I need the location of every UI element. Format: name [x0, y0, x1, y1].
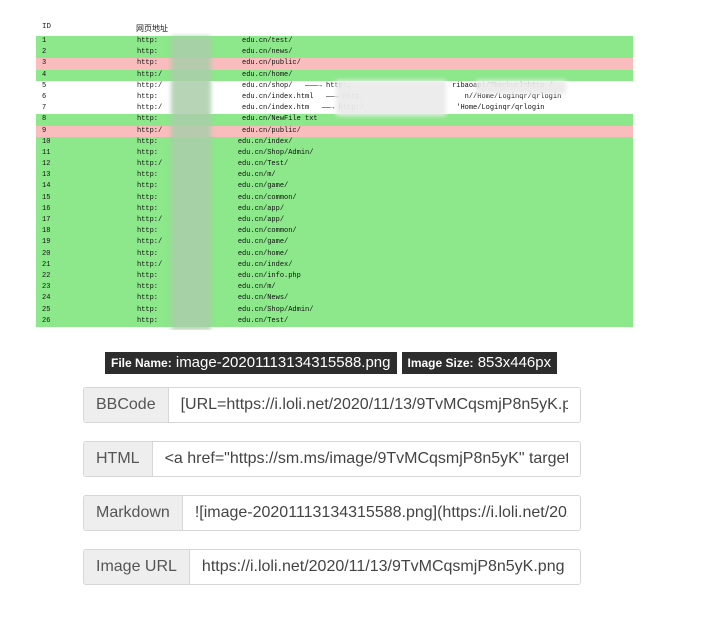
- row-id: 19: [42, 238, 51, 247]
- table-row: 8 http: edu.cn/NewFile txt: [36, 114, 633, 126]
- table-row: 18 http: edu.cn/common/: [36, 226, 633, 238]
- table-row: 1 http: edu.cn/test/: [36, 36, 633, 48]
- markdown-field[interactable]: [182, 496, 580, 530]
- redaction-blur: [171, 36, 211, 330]
- file-name-value: image-20201113134315588.png: [175, 354, 391, 371]
- table-row: 23 http: edu.cn/m/: [36, 282, 633, 294]
- table-row: 7http:/ edu.cn/index.htm ——→ http:/ 'Hom…: [36, 103, 633, 115]
- bbcode-link-group: BBCode: [83, 387, 581, 423]
- redaction-blur: [476, 80, 566, 94]
- row-id: 22: [42, 271, 51, 280]
- row-url: http: edu.cn/game/: [137, 182, 289, 191]
- table-row: 3 http: edu.cn/public/: [36, 58, 633, 70]
- table-row: 24 http: edu.cn/News/: [36, 293, 633, 305]
- html-label: HTML: [84, 442, 153, 476]
- bbcode-field[interactable]: [168, 388, 580, 422]
- table-row: 22 http: edu.cn/info.php: [36, 270, 633, 283]
- row-url: http: edu.cn/NewFile txt: [137, 115, 318, 124]
- row-id: 17: [42, 216, 51, 224]
- row-url: http: edu.cn/News/: [137, 294, 289, 303]
- table-row: 16 http: edu.cn/app/: [36, 203, 633, 215]
- table-row: 9 http:/ edu.cn/public/: [36, 125, 633, 137]
- scan-result-image: ID 网页地址 1 http: edu.cn/test/2 http: edu.cn…: [36, 16, 633, 330]
- row-id: 5: [42, 81, 47, 90]
- table-row: 11 http: edu.cn/Shop/Admin/: [36, 147, 633, 160]
- image-url-link-group: Image URL: [83, 549, 581, 585]
- row-id: 4: [42, 70, 47, 79]
- header-id: ID: [42, 23, 52, 31]
- table-row: 25 http: edu.cn/Shop/Admin/: [36, 304, 633, 316]
- row-url: http:/ edu.cn/index/: [137, 260, 293, 269]
- image-caption: File Name: image-20201113134315588.png I…: [105, 352, 558, 374]
- row-id: 10: [42, 137, 51, 146]
- image-size-label: Image Size:: [407, 356, 474, 370]
- row-id: 25: [42, 305, 51, 314]
- image-url-field[interactable]: [189, 550, 580, 584]
- markdown-label: Markdown: [84, 496, 183, 530]
- table-row: 26 http: edu.cn/Test/: [36, 315, 633, 327]
- row-url: http: edu.cn/public/: [137, 59, 301, 68]
- row-id: 6: [42, 92, 47, 101]
- row-id: 16: [42, 204, 51, 213]
- row-id: 14: [42, 182, 51, 191]
- table-row: 15 http: edu.cn/common/: [36, 192, 633, 204]
- table-row: 20 http: edu.cn/home/: [36, 248, 633, 260]
- row-id: 1: [42, 37, 47, 45]
- row-url: http: edu.cn/test/: [137, 37, 293, 45]
- table-row: 2 http: edu.cn/news/: [36, 47, 633, 59]
- table-row: 14 http: edu.cn/game/: [36, 181, 633, 193]
- row-id: 7: [42, 104, 47, 113]
- row-url: http: edu.cn/common/: [137, 227, 297, 236]
- row-url: http:/ edu.cn/home/: [137, 70, 293, 79]
- row-url: http: edu.cn/index/: [137, 137, 293, 146]
- table-header: ID 网页地址: [36, 16, 633, 36]
- file-name-badge: File Name: image-20201113134315588.png: [105, 352, 397, 374]
- markdown-link-group: Markdown: [83, 495, 581, 531]
- row-id: 15: [42, 193, 51, 202]
- html-link-group: HTML: [83, 441, 581, 477]
- row-id: 12: [42, 160, 51, 169]
- row-id: 26: [42, 316, 51, 325]
- table-row: 12 http:/ edu.cn/Test/: [36, 159, 633, 171]
- row-url: http: edu.cn/Test/: [137, 316, 289, 325]
- row-id: 24: [42, 294, 51, 303]
- row-url: http:/ edu.cn/Test/: [137, 160, 289, 169]
- row-url: http: edu.cn/info.php: [137, 271, 301, 280]
- row-url: http: edu.cn/common/: [137, 193, 297, 202]
- row-id: 2: [42, 48, 47, 57]
- redaction-blur: [336, 80, 446, 116]
- image-size-value: 853x446px: [477, 354, 552, 371]
- html-field[interactable]: [152, 442, 580, 476]
- row-id: 8: [42, 115, 47, 124]
- row-url: http: edu.cn/home/: [137, 249, 289, 258]
- row-id: 11: [42, 148, 51, 157]
- table-row: 10 http: edu.cn/index/: [36, 136, 633, 148]
- row-id: 21: [42, 260, 51, 269]
- row-id: 20: [42, 249, 51, 258]
- bbcode-label: BBCode: [84, 388, 169, 422]
- row-id: 13: [42, 171, 51, 180]
- row-id: 3: [42, 59, 47, 68]
- image-url-label: Image URL: [84, 550, 190, 584]
- table-row: 21 http:/ edu.cn/index/: [36, 259, 633, 271]
- row-url: http: edu.cn/Shop/Admin/: [137, 148, 314, 157]
- row-id: 9: [42, 126, 47, 135]
- table-row: 13 http: edu.cn/m/: [36, 170, 633, 182]
- row-url: http: edu.cn/news/: [137, 48, 293, 57]
- row-id: 18: [42, 227, 51, 236]
- row-url: http: edu.cn/Shop/Admin/: [137, 305, 314, 314]
- row-id: 23: [42, 283, 51, 292]
- file-name-label: File Name:: [111, 356, 172, 370]
- header-url: 网页地址: [136, 24, 168, 33]
- row-url: http:/ edu.cn/public/: [137, 126, 301, 135]
- table-row: 17 http:/ edu.cn/app/: [36, 215, 633, 227]
- table-row: 19 http:/ edu.cn/game/: [36, 237, 633, 249]
- row-url: http:/ edu.cn/game/: [137, 238, 289, 247]
- image-size-badge: Image Size: 853x446px: [401, 352, 558, 374]
